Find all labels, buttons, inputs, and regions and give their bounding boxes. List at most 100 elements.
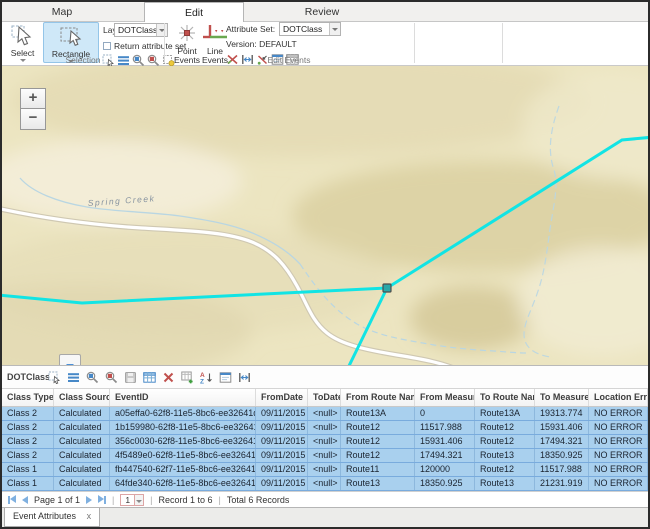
last-page-button[interactable] [98, 495, 106, 505]
tab-map[interactable]: Map [16, 2, 108, 22]
table-body: Class 2Calculateda05effa0-62f8-11e5-8bc6… [2, 407, 648, 491]
table-cell: 09/11/2015 [256, 435, 308, 448]
page-number-combo[interactable]: 1 [120, 494, 144, 506]
column-header[interactable]: From Route Name [341, 389, 415, 406]
attribute-set-dropdown[interactable]: DOTClass [279, 22, 341, 36]
table-cell: fb447540-62f7-11e5-8bc6-ee32641d5ec9 [110, 463, 256, 476]
table-row[interactable]: Class 2Calculateda05effa0-62f8-11e5-8bc6… [2, 407, 648, 421]
column-header[interactable]: To Route Name [475, 389, 535, 406]
table-cell: 120000 [415, 463, 475, 476]
record-range-text: Record 1 to 6 [158, 495, 212, 505]
column-header[interactable]: Class Source [54, 389, 110, 406]
table-cell: a05effa0-62f8-11e5-8bc6-ee32641d5ec9 [110, 407, 256, 420]
table-cell: Class 1 [2, 477, 54, 490]
ribbon-tabbar: Map Edit Review [2, 2, 648, 22]
column-header[interactable]: EventID [110, 389, 256, 406]
table-blue-icon[interactable] [143, 371, 156, 384]
selection-group-label: Selection [2, 55, 164, 65]
layer-dropdown[interactable]: DOTClass [114, 23, 168, 37]
table-cell: Route13 [341, 477, 415, 490]
table-cell: <null> [308, 463, 341, 476]
column-header[interactable]: From Measure [415, 389, 475, 406]
layer-dropdown-caret-icon[interactable] [156, 24, 167, 36]
table-cell: 11517.988 [415, 421, 475, 434]
next-page-button[interactable] [86, 496, 92, 504]
table-cell: 09/11/2015 [256, 477, 308, 490]
attribute-table: Class TypeClass SourceEventIDFromDateToD… [2, 389, 648, 491]
table-add-icon[interactable] [181, 371, 194, 384]
attribute-set-dropdown-caret-icon[interactable] [329, 23, 340, 35]
table-cell: 09/11/2015 [256, 421, 308, 434]
table-cell: Class 2 [2, 449, 54, 462]
attribute-panel-toolbar: DOTClass AZ [2, 365, 648, 389]
column-header[interactable]: FromDate [256, 389, 308, 406]
table-cell: Calculated [54, 449, 110, 462]
svg-text:Z: Z [200, 379, 204, 384]
panel-collapse-button[interactable] [59, 354, 81, 365]
measure-range-icon[interactable] [238, 371, 251, 384]
table-row[interactable]: Class 1Calculated64fde340-62f8-11e5-8bc6… [2, 477, 648, 491]
table-cell: 1b159980-62f8-11e5-8bc6-ee32641d5ec9 [110, 421, 256, 434]
table-cell: Calculated [54, 463, 110, 476]
table-row[interactable]: Class 1Calculatedfb447540-62f7-11e5-8bc6… [2, 463, 648, 477]
ribbon-separator [502, 23, 503, 63]
table-cell: 15931.406 [535, 421, 589, 434]
rectangle-select-icon [58, 25, 84, 47]
form-icon[interactable] [219, 371, 232, 384]
table-cell: Route13A [475, 407, 535, 420]
route-junction-marker[interactable] [383, 284, 391, 292]
column-header[interactable]: Location Error [589, 389, 648, 406]
sort-az-icon[interactable]: AZ [200, 371, 213, 384]
column-header[interactable]: Class Type [2, 389, 54, 406]
layer-dropdown-value: DOTClass [118, 25, 157, 36]
tab-review[interactable]: Review [274, 2, 370, 22]
table-cell: 21231.919 [535, 477, 589, 490]
table-cell: NO ERROR [589, 421, 648, 434]
column-header[interactable]: ToDate [308, 389, 341, 406]
pagination-bar: Page 1 of 1 | 1 | Record 1 to 6 | Total … [2, 491, 648, 507]
tab-edit[interactable]: Edit [144, 2, 244, 23]
table-cell: <null> [308, 421, 341, 434]
table-cell: 09/11/2015 [256, 449, 308, 462]
table-cell: 4f5489e0-62f8-11e5-8bc6-ee32641d5ec9 [110, 449, 256, 462]
table-cell: Calculated [54, 421, 110, 434]
table-cell: Route13 [475, 449, 535, 462]
table-cell: 18350.925 [415, 477, 475, 490]
zoom-selected-icon[interactable] [86, 371, 99, 384]
table-row[interactable]: Class 2Calculated1b159980-62f8-11e5-8bc6… [2, 421, 648, 435]
table-cell: Route13A [341, 407, 415, 420]
map-canvas[interactable]: Spring Creek + − [2, 66, 648, 365]
table-cell: 09/11/2015 [256, 407, 308, 420]
select-features-icon[interactable] [48, 371, 61, 384]
table-cell: Route12 [341, 449, 415, 462]
list-icon[interactable] [67, 371, 80, 384]
tab-event-attributes[interactable]: Event Attributes x [4, 508, 100, 527]
table-cell: <null> [308, 407, 341, 420]
table-cell: 17494.321 [415, 449, 475, 462]
table-cell: Class 2 [2, 435, 54, 448]
table-cell: Route11 [341, 463, 415, 476]
first-page-button[interactable] [8, 495, 16, 505]
page-combo-caret-icon[interactable] [134, 495, 143, 505]
attribute-set-dropdown-value: DOTClass [283, 24, 322, 35]
save-icon[interactable] [124, 371, 137, 384]
pager-separator: | [112, 495, 114, 505]
zoom-out-button[interactable]: − [20, 109, 46, 130]
table-row[interactable]: Class 2Calculated4f5489e0-62f8-11e5-8bc6… [2, 449, 648, 463]
zoom-in-button[interactable]: + [20, 88, 46, 109]
table-row[interactable]: Class 2Calculated356c0030-62f8-11e5-8bc6… [2, 435, 648, 449]
pan-selected-icon[interactable] [105, 371, 118, 384]
close-icon[interactable]: x [87, 511, 92, 521]
pager-separator: | [150, 495, 152, 505]
return-attribute-set-checkbox[interactable] [103, 42, 111, 50]
previous-page-button[interactable] [22, 496, 28, 504]
line-events-icon [201, 23, 229, 45]
point-events-icon [173, 23, 201, 45]
table-header-row: Class TypeClass SourceEventIDFromDateToD… [2, 389, 648, 407]
table-cell: Route12 [475, 463, 535, 476]
delete-event-icon[interactable] [162, 371, 175, 384]
table-cell: Calculated [54, 477, 110, 490]
table-cell: 64fde340-62f8-11e5-8bc6-ee32641d5ec9 [110, 477, 256, 490]
column-header[interactable]: To Measure [535, 389, 589, 406]
select-cursor-icon [10, 24, 36, 46]
